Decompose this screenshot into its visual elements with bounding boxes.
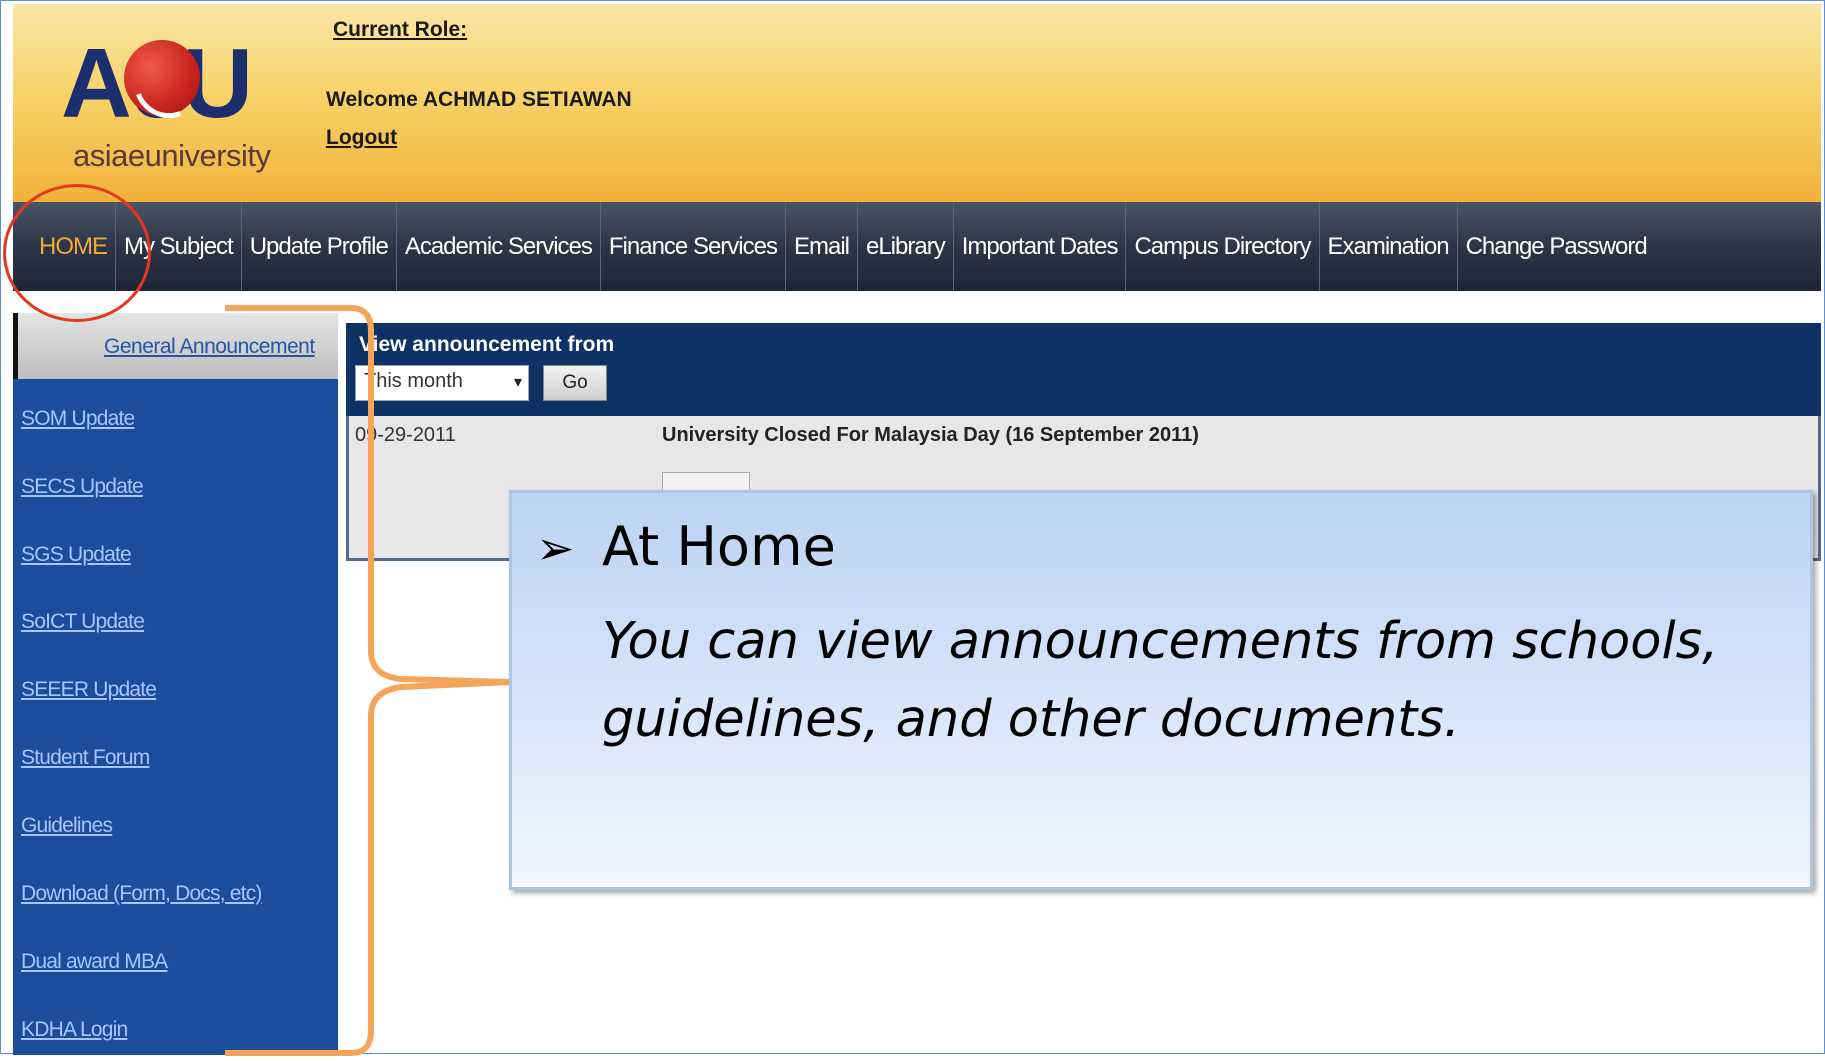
announcement-filter-bar: View announcement from This month ▾ Go <box>346 323 1821 416</box>
sidebar-link-guidelines[interactable]: Guidelines <box>21 814 113 838</box>
page-frame: AeU asiaeuniversity Current Role: Welcom… <box>0 0 1825 1056</box>
nav-item-important-dates[interactable]: Important Dates <box>954 202 1127 291</box>
sidebar-link-soict-update[interactable]: SoICT Update <box>21 610 145 634</box>
announcement-title[interactable]: University Closed For Malaysia Day (16 S… <box>662 424 1199 447</box>
main-nav: HOME My Subject Update Profile Academic … <box>13 202 1821 291</box>
header: AeU asiaeuniversity Current Role: Welcom… <box>13 4 1821 202</box>
nav-item-email[interactable]: Email <box>786 202 858 291</box>
sidebar-link-sgs-update[interactable]: SGS Update <box>21 543 132 567</box>
logo-subtitle: asiaeuniversity <box>73 138 271 173</box>
nav-item-finance-services[interactable]: Finance Services <box>601 202 786 291</box>
current-role-label: Current Role: <box>333 18 468 41</box>
bullet-arrow-icon: ➢ <box>536 522 575 574</box>
sidebar-bracket-icon <box>225 305 512 1056</box>
sidebar-link-som-update[interactable]: SOM Update <box>21 407 135 431</box>
welcome-text: Welcome ACHMAD SETIAWAN <box>326 88 632 111</box>
university-logo: AeU asiaeuniversity <box>61 34 301 174</box>
sidebar-link-student-forum[interactable]: Student Forum <box>21 746 150 770</box>
sidebar-link-secs-update[interactable]: SECS Update <box>21 475 144 499</box>
nav-item-change-password[interactable]: Change Password <box>1458 202 1655 291</box>
nav-item-examination[interactable]: Examination <box>1320 202 1458 291</box>
go-button[interactable]: Go <box>543 365 607 401</box>
sidebar-link-seeer-update[interactable]: SEEER Update <box>21 678 157 702</box>
sidebar-link-kdha-login[interactable]: KDHA Login <box>21 1018 128 1042</box>
home-callout: ➢ At Home You can view announcements fro… <box>509 490 1813 890</box>
sidebar-link-dual-award-mba[interactable]: Dual award MBA <box>21 950 168 974</box>
nav-item-campus-directory[interactable]: Campus Directory <box>1126 202 1320 291</box>
nav-item-update-profile[interactable]: Update Profile <box>242 202 397 291</box>
callout-heading: At Home <box>602 515 836 578</box>
nav-item-elibrary[interactable]: eLibrary <box>858 202 954 291</box>
nav-item-home[interactable]: HOME <box>13 202 116 291</box>
callout-body: You can view announcements from schools,… <box>602 612 1719 749</box>
nav-item-my-subject[interactable]: My Subject <box>116 202 242 291</box>
nav-item-academic-services[interactable]: Academic Services <box>397 202 601 291</box>
logout-link[interactable]: Logout <box>326 126 397 150</box>
